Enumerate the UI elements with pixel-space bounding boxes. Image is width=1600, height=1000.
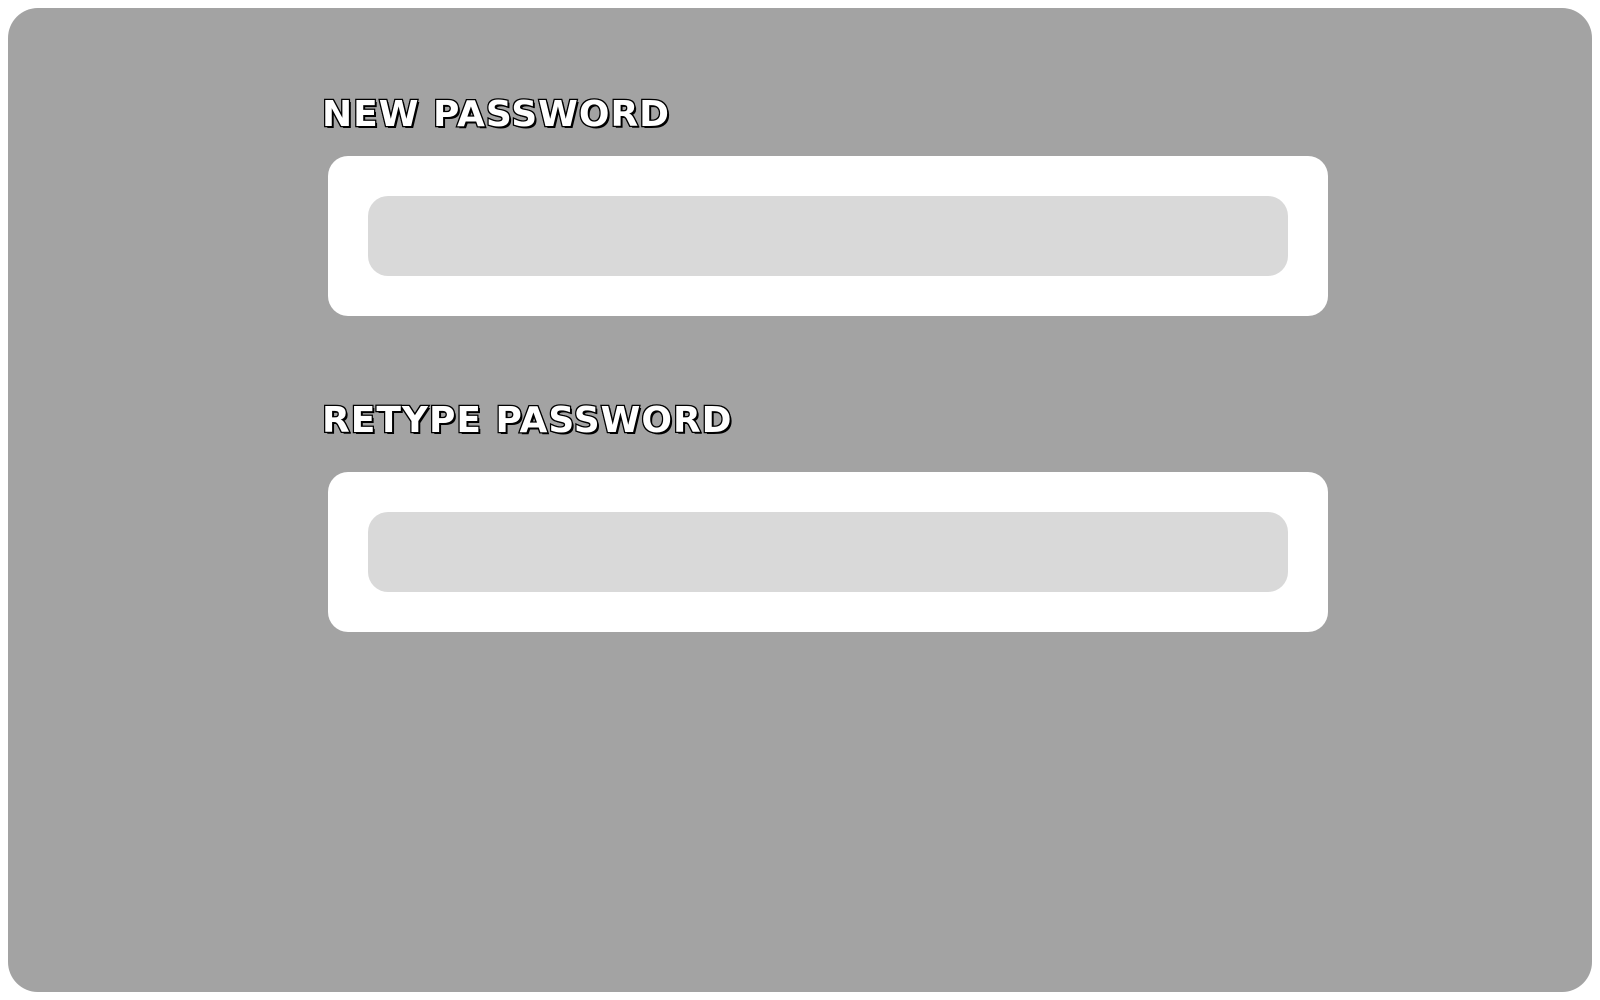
- new-password-container: [328, 156, 1328, 316]
- new-password-label: NEW PASSWORD: [321, 93, 671, 137]
- retype-password-container: [328, 472, 1328, 632]
- new-password-input[interactable]: [368, 196, 1288, 276]
- retype-password-input[interactable]: [368, 512, 1288, 592]
- password-form-panel: NEW PASSWORD RETYPE PASSWORD: [8, 8, 1592, 992]
- retype-password-label: RETYPE PASSWORD: [321, 399, 733, 443]
